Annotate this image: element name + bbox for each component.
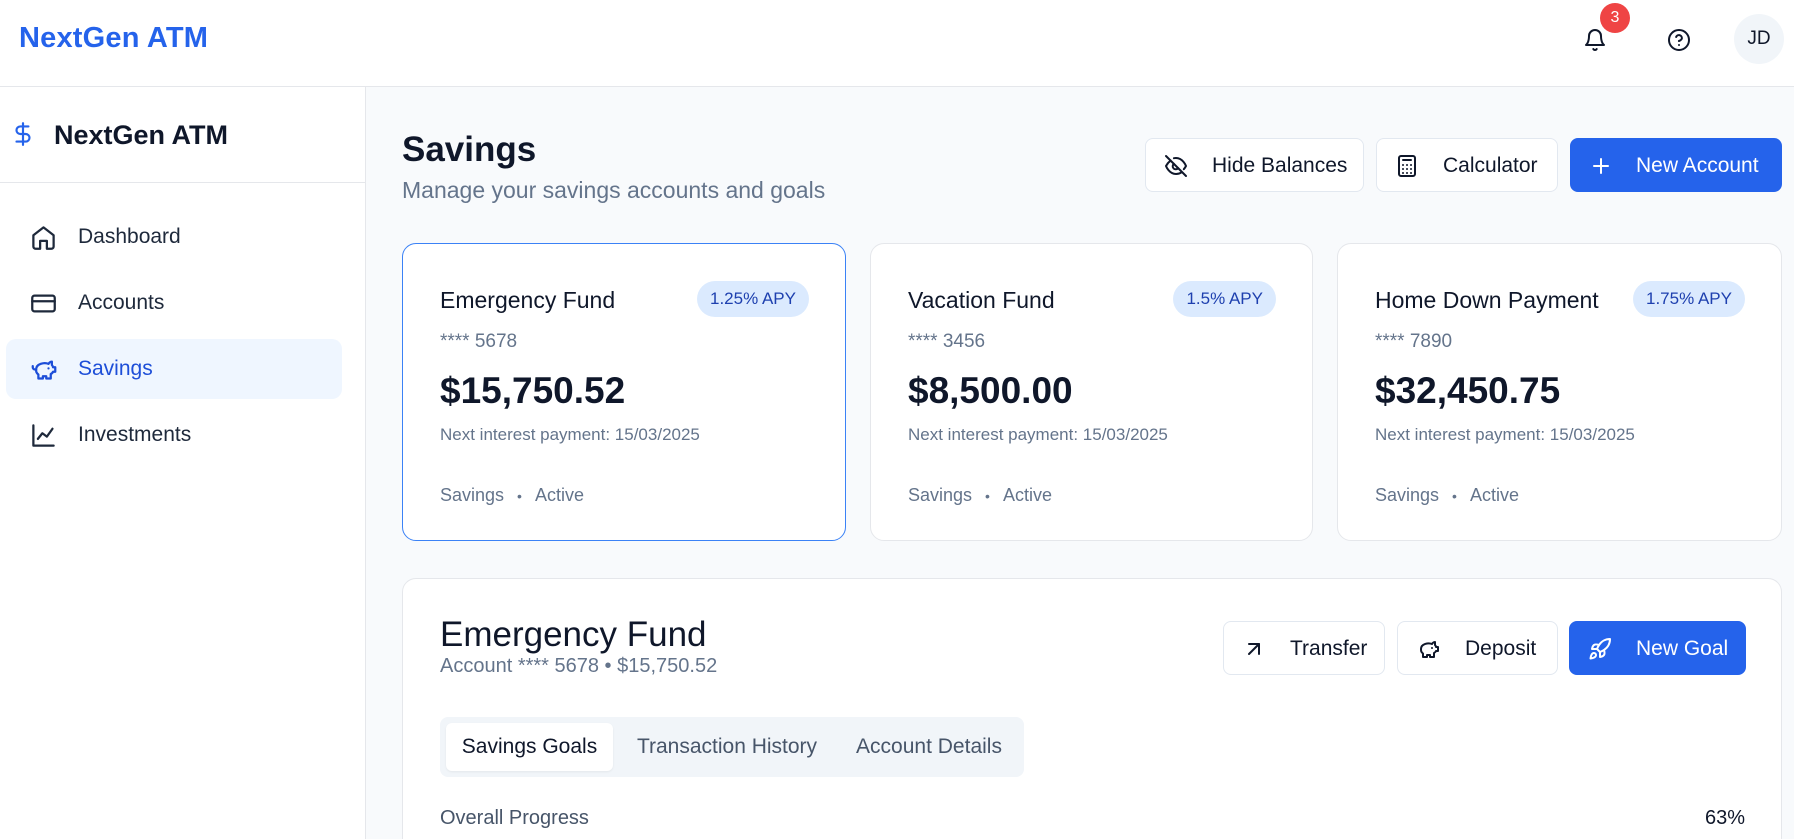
account-name: Vacation Fund	[908, 287, 1055, 313]
page-subtitle: Manage your savings accounts and goals	[402, 177, 826, 203]
account-type: Savings	[908, 485, 973, 505]
dollar-icon	[10, 117, 36, 151]
account-meta: Savings • Active	[1375, 485, 1519, 506]
next-interest-payment: Next interest payment: 15/03/2025	[440, 425, 700, 444]
account-number: **** 3456	[908, 331, 986, 352]
account-detail-panel: Emergency Fund Account **** 5678 • $15,7…	[402, 578, 1782, 839]
apy-badge: 1.5% APY	[1173, 281, 1276, 317]
sidebar-item-label: Savings	[78, 357, 153, 380]
deposit-button[interactable]: Deposit	[1397, 621, 1558, 675]
apy-badge: 1.75% APY	[1632, 281, 1745, 317]
calculator-icon	[1395, 154, 1419, 178]
detail-subtitle: Account **** 5678 • $15,750.52	[440, 655, 718, 677]
bell-icon	[1583, 28, 1607, 52]
detail-tabs: Savings Goals Transaction History Accoun…	[440, 717, 1024, 777]
tab-transaction-history[interactable]: Transaction History	[616, 723, 838, 771]
next-interest-payment: Next interest payment: 15/03/2025	[1375, 425, 1635, 444]
new-goal-label: New Goal	[1636, 637, 1729, 660]
account-card-home-down-payment[interactable]: Home Down Payment 1.75% APY **** 7890 $3…	[1337, 243, 1782, 541]
account-meta: Savings • Active	[908, 485, 1052, 506]
account-card-vacation-fund[interactable]: Vacation Fund 1.5% APY **** 3456 $8,500.…	[870, 243, 1313, 541]
new-account-button[interactable]: New Account	[1570, 138, 1782, 192]
rocket-icon	[1588, 637, 1612, 661]
notification-count-badge: 3	[1600, 3, 1630, 33]
page-title: Savings	[402, 130, 537, 169]
account-number: **** 7890	[1375, 331, 1453, 352]
account-name: Home Down Payment	[1375, 287, 1599, 313]
account-card-emergency-fund[interactable]: Emergency Fund 1.25% APY **** 5678 $15,7…	[402, 243, 846, 541]
top-bar: NextGen ATM 3 JD	[0, 0, 1794, 87]
hide-balances-label: Hide Balances	[1212, 154, 1348, 177]
user-avatar[interactable]: JD	[1734, 14, 1784, 64]
deposit-label: Deposit	[1465, 637, 1537, 660]
help-circle-icon	[1667, 28, 1691, 52]
sidebar-item-savings[interactable]: Savings	[6, 339, 342, 399]
sidebar-item-dashboard[interactable]: Dashboard	[6, 207, 342, 267]
hide-balances-button[interactable]: Hide Balances	[1145, 138, 1364, 192]
separator-dot: •	[517, 487, 522, 504]
arrow-up-right-icon	[1242, 637, 1266, 661]
help-button[interactable]	[1658, 19, 1700, 61]
account-meta: Savings • Active	[440, 485, 584, 506]
account-name: Emergency Fund	[440, 287, 616, 313]
piggy-bank-icon	[30, 356, 58, 383]
overall-progress-label: Overall Progress	[440, 807, 589, 829]
account-balance: $15,750.52	[440, 370, 626, 411]
calculator-button[interactable]: Calculator	[1376, 138, 1558, 192]
app-brand[interactable]: NextGen ATM	[19, 22, 208, 55]
account-status: Active	[1469, 485, 1519, 505]
home-icon	[30, 224, 57, 251]
account-status: Active	[1002, 485, 1052, 505]
overall-progress-value: 63%	[1704, 807, 1745, 829]
sidebar-brand: NextGen ATM	[0, 87, 366, 183]
calculator-label: Calculator	[1443, 154, 1538, 177]
account-status: Active	[534, 485, 584, 505]
sidebar: NextGen ATM Dashboard Accounts Savings I…	[0, 87, 366, 839]
new-goal-button[interactable]: New Goal	[1569, 621, 1746, 675]
credit-card-icon	[30, 290, 57, 317]
sidebar-item-accounts[interactable]: Accounts	[6, 273, 342, 333]
sidebar-item-label: Accounts	[78, 291, 165, 314]
plus-icon	[1589, 154, 1613, 178]
piggy-bank-icon	[1416, 637, 1440, 661]
account-type: Savings	[1375, 485, 1440, 505]
eye-off-icon	[1164, 154, 1188, 178]
transfer-label: Transfer	[1290, 637, 1368, 660]
separator-dot: •	[1452, 487, 1457, 504]
sidebar-item-label: Investments	[78, 423, 192, 446]
sidebar-brand-name: NextGen ATM	[54, 120, 229, 150]
tab-savings-goals[interactable]: Savings Goals	[446, 723, 613, 771]
apy-badge: 1.25% APY	[696, 281, 809, 317]
sidebar-item-label: Dashboard	[78, 225, 181, 248]
account-type: Savings	[440, 485, 505, 505]
account-balance: $8,500.00	[908, 370, 1073, 411]
separator-dot: •	[985, 487, 990, 504]
line-chart-icon	[30, 422, 57, 449]
sidebar-item-investments[interactable]: Investments	[6, 405, 342, 465]
transfer-button[interactable]: Transfer	[1223, 621, 1385, 675]
detail-title: Emergency Fund	[440, 615, 707, 654]
tab-account-details[interactable]: Account Details	[840, 723, 1018, 771]
account-number: **** 5678	[440, 331, 518, 352]
account-balance: $32,450.75	[1375, 370, 1561, 411]
new-account-label: New Account	[1636, 154, 1759, 177]
next-interest-payment: Next interest payment: 15/03/2025	[908, 425, 1168, 444]
